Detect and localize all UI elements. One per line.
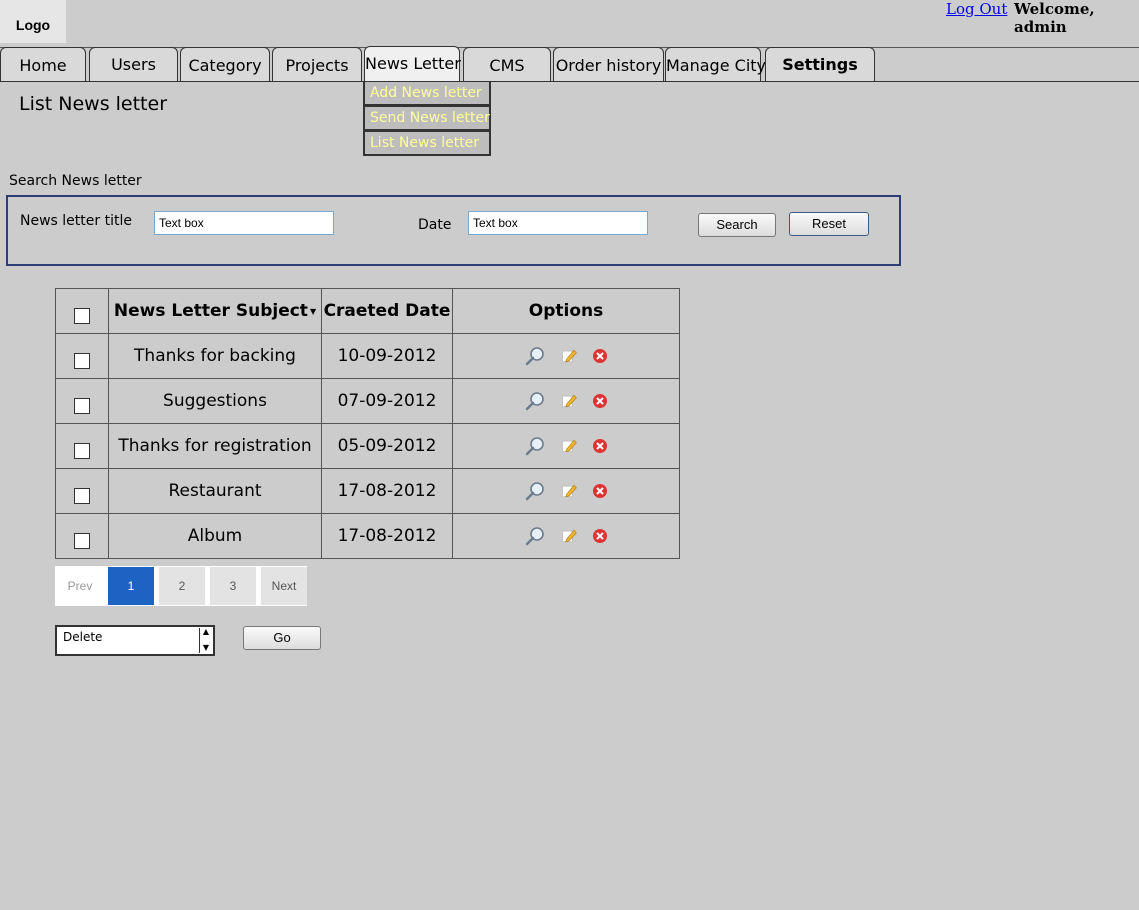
subject-cell: Thanks for backing — [108, 333, 322, 379]
select-arrows-icon[interactable]: ▲ ▼ — [199, 628, 212, 653]
date-cell: 05-09-2012 — [321, 423, 453, 469]
next-page-button[interactable]: Next — [261, 567, 307, 605]
date-input[interactable]: Text box — [468, 211, 648, 235]
nav-bottom-border — [0, 81, 1139, 82]
logout-link[interactable]: Log Out — [946, 0, 1007, 18]
select-all-checkbox[interactable] — [74, 307, 90, 324]
column-header-date: Craeted Date — [321, 288, 453, 334]
tab-home[interactable]: Home — [0, 47, 86, 81]
menu-send-news-letter[interactable]: Send News letter — [363, 106, 491, 131]
subject-cell: Thanks for registration — [108, 423, 322, 469]
page-button-2[interactable]: 2 — [159, 567, 205, 605]
options-cell — [452, 423, 680, 469]
tab-category[interactable]: Category — [180, 47, 270, 81]
welcome-text: Welcome, admin — [1014, 0, 1095, 36]
date-cell: 17-08-2012 — [321, 513, 453, 559]
subject-cell: Suggestions — [108, 378, 322, 424]
row-checkbox[interactable] — [74, 352, 90, 369]
subject-cell: Album — [108, 513, 322, 559]
search-panel: News letter title Text box Date Text box… — [6, 195, 901, 266]
column-header-options: Options — [452, 288, 680, 334]
tab-news-letter[interactable]: News Letter — [364, 46, 461, 82]
menu-add-news-letter[interactable]: Add News letter — [363, 81, 491, 106]
delete-icon[interactable] — [592, 438, 608, 454]
edit-icon[interactable] — [560, 437, 578, 455]
table-row: Thanks for registration 05-09-2012 — [55, 423, 680, 469]
row-select-cell — [55, 423, 109, 469]
title-label: News letter title — [20, 213, 132, 229]
reset-button[interactable]: Reset — [789, 212, 869, 236]
delete-icon[interactable] — [592, 528, 608, 544]
date-label: Date — [418, 217, 452, 233]
table-row: Restaurant 17-08-2012 — [55, 468, 680, 514]
menu-list-news-letter[interactable]: List News letter — [363, 131, 491, 156]
tab-cms[interactable]: CMS — [463, 47, 551, 81]
news-letter-dropdown: Add News letter Send News letter List Ne… — [363, 81, 491, 156]
tab-manage-city[interactable]: Manage City — [665, 47, 766, 81]
view-icon[interactable] — [524, 480, 546, 502]
date-cell: 10-09-2012 — [321, 333, 453, 379]
column-header-subject[interactable]: News Letter Subject ▼ — [108, 288, 322, 334]
page-title: List News letter — [19, 93, 168, 115]
table-row: Album 17-08-2012 — [55, 513, 680, 559]
view-icon[interactable] — [524, 345, 546, 367]
options-cell — [452, 468, 680, 514]
edit-icon[interactable] — [560, 482, 578, 500]
tab-projects[interactable]: Projects — [272, 47, 362, 81]
row-select-cell — [55, 468, 109, 514]
options-cell — [452, 513, 680, 559]
table-header-row: News Letter Subject ▼ Craeted Date Option… — [55, 288, 680, 334]
row-checkbox[interactable] — [74, 397, 90, 414]
row-checkbox[interactable] — [74, 442, 90, 459]
options-cell — [452, 333, 680, 379]
bulk-action-select[interactable]: Delete ▲ ▼ — [55, 625, 215, 656]
tab-users[interactable]: Users — [89, 47, 178, 81]
subject-cell: Restaurant — [108, 468, 322, 514]
newsletter-table: News Letter Subject ▼ Craeted Date Option… — [55, 288, 680, 559]
bulk-action-value: Delete — [63, 630, 103, 644]
tab-order-history[interactable]: Order history — [553, 47, 664, 81]
page-button-1[interactable]: 1 — [108, 567, 154, 605]
table-row: Suggestions 07-09-2012 — [55, 378, 680, 424]
subject-header-label: News Letter Subject — [113, 301, 308, 321]
view-icon[interactable] — [524, 525, 546, 547]
delete-icon[interactable] — [592, 483, 608, 499]
row-select-cell — [55, 333, 109, 379]
go-button[interactable]: Go — [243, 626, 321, 650]
tab-settings[interactable]: Settings — [765, 47, 875, 81]
view-icon[interactable] — [524, 435, 546, 457]
date-cell: 17-08-2012 — [321, 468, 453, 514]
pagination: Prev 1 2 3 Next — [55, 566, 307, 606]
date-cell: 07-09-2012 — [321, 378, 453, 424]
prev-page-button[interactable]: Prev — [57, 567, 103, 605]
title-input[interactable]: Text box — [154, 211, 334, 235]
delete-icon[interactable] — [592, 348, 608, 364]
row-select-cell — [55, 378, 109, 424]
search-heading: Search News letter — [9, 173, 142, 189]
row-checkbox[interactable] — [74, 487, 90, 504]
row-checkbox[interactable] — [74, 532, 90, 549]
edit-icon[interactable] — [560, 527, 578, 545]
search-button[interactable]: Search — [698, 213, 776, 237]
table-row: Thanks for backing 10-09-2012 — [55, 333, 680, 379]
logo: Logo — [0, 0, 66, 43]
edit-icon[interactable] — [560, 392, 578, 410]
sort-caret-icon[interactable]: ▼ — [310, 307, 316, 316]
row-select-cell — [55, 513, 109, 559]
options-cell — [452, 378, 680, 424]
edit-icon[interactable] — [560, 347, 578, 365]
view-icon[interactable] — [524, 390, 546, 412]
page-button-3[interactable]: 3 — [210, 567, 256, 605]
select-all-cell — [55, 288, 109, 334]
delete-icon[interactable] — [592, 393, 608, 409]
